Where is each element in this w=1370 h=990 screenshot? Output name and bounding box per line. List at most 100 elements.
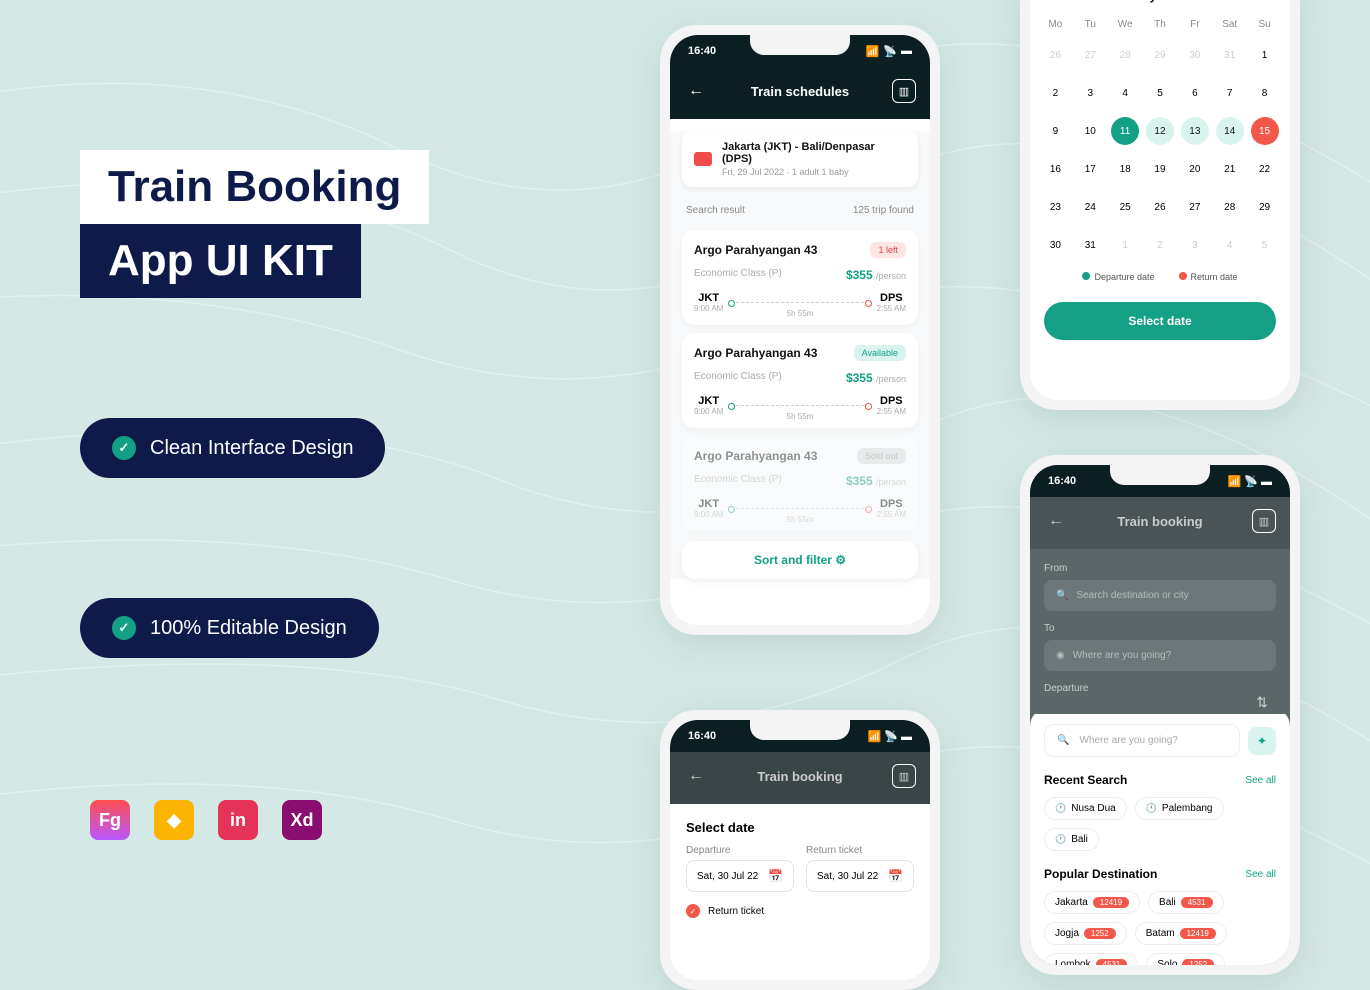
- calendar-day[interactable]: 1: [1111, 231, 1139, 259]
- phone-select-date: 16:40 📶 📡 ▬ ← Train booking ▥ Select dat…: [660, 710, 940, 990]
- calendar-day[interactable]: 7: [1216, 79, 1244, 107]
- calendar-day[interactable]: 31: [1076, 231, 1104, 259]
- bookmark-icon[interactable]: ▥: [1252, 509, 1276, 533]
- recent-chip[interactable]: 🕐Nusa Dua: [1044, 797, 1127, 820]
- calendar-day[interactable]: 26: [1041, 41, 1069, 69]
- calendar-day[interactable]: 3: [1076, 79, 1104, 107]
- location-icon: ◉: [1056, 650, 1065, 661]
- departure-input[interactable]: Sat, 30 Jul 22 📅: [686, 860, 794, 892]
- popular-chip[interactable]: Batam12419: [1135, 922, 1227, 945]
- calendar-day[interactable]: 27: [1181, 193, 1209, 221]
- calendar-day[interactable]: 20: [1181, 155, 1209, 183]
- see-all-link[interactable]: See all: [1245, 775, 1276, 786]
- calendar-day[interactable]: 18: [1111, 155, 1139, 183]
- bookmark-icon[interactable]: ▥: [892, 79, 916, 103]
- from-input[interactable]: 🔍 Search destination or city: [1044, 580, 1276, 611]
- calendar-day[interactable]: 15: [1251, 117, 1279, 145]
- calendar-day[interactable]: 8: [1251, 79, 1279, 107]
- back-icon[interactable]: ←: [1044, 509, 1068, 533]
- chip-count: 4531: [1096, 959, 1128, 965]
- search-input[interactable]: 🔍 Where are you going?: [1044, 724, 1240, 757]
- calendar-day[interactable]: 31: [1216, 41, 1244, 69]
- calendar-day[interactable]: 13: [1181, 117, 1209, 145]
- return-input[interactable]: Sat, 30 Jul 22 📅: [806, 860, 914, 892]
- notch: [750, 35, 850, 55]
- select-date-button[interactable]: Select date: [1044, 302, 1276, 340]
- calendar-day[interactable]: 26: [1146, 193, 1174, 221]
- calendar-day[interactable]: 19: [1146, 155, 1174, 183]
- calendar-day[interactable]: 29: [1251, 193, 1279, 221]
- calendar-day[interactable]: 30: [1181, 41, 1209, 69]
- calendar-day[interactable]: 4: [1111, 79, 1139, 107]
- trip-card[interactable]: Argo Parahyangan 43 1 left Economic Clas…: [682, 230, 918, 325]
- calendar-day[interactable]: 12: [1146, 117, 1174, 145]
- trip-card[interactable]: Argo Parahyangan 43 Sold out Economic Cl…: [682, 436, 918, 531]
- calendar-day[interactable]: 14: [1216, 117, 1244, 145]
- notch: [1110, 465, 1210, 485]
- to-input[interactable]: ◉ Where are you going?: [1044, 640, 1276, 671]
- calendar-day[interactable]: 2: [1041, 79, 1069, 107]
- calendar-day[interactable]: 5: [1146, 79, 1174, 107]
- back-icon[interactable]: ←: [684, 79, 708, 103]
- calendar-day[interactable]: 10: [1076, 117, 1104, 145]
- popular-chip[interactable]: Lombok4531: [1044, 953, 1138, 965]
- calendar-day[interactable]: 23: [1041, 193, 1069, 221]
- calendar-day[interactable]: 11: [1111, 117, 1139, 145]
- to-label: To: [1044, 623, 1276, 634]
- bookmark-icon[interactable]: ▥: [892, 764, 916, 788]
- from-time: 9:00 AM: [694, 304, 723, 313]
- swap-icon[interactable]: ⇅: [1256, 694, 1268, 711]
- trip-price: $355 /person: [846, 474, 906, 488]
- calendar-day[interactable]: 4: [1216, 231, 1244, 259]
- prev-month-icon[interactable]: ‹: [1046, 0, 1051, 3]
- calendar-day[interactable]: 24: [1076, 193, 1104, 221]
- clock-icon: 🕐: [1146, 803, 1157, 814]
- calendar-day[interactable]: 6: [1181, 79, 1209, 107]
- popular-title: Popular Destination: [1044, 867, 1157, 881]
- from-code: JKT: [694, 395, 723, 407]
- availability-badge: Available: [854, 345, 906, 361]
- calendar-day[interactable]: 30: [1041, 231, 1069, 259]
- calendar-day[interactable]: 2: [1146, 231, 1174, 259]
- calendar-day[interactable]: 28: [1216, 193, 1244, 221]
- calendar-day[interactable]: 9: [1041, 117, 1069, 145]
- back-icon[interactable]: ←: [684, 764, 708, 788]
- calendar-day[interactable]: 21: [1216, 155, 1244, 183]
- trip-count: 125 trip found: [853, 205, 914, 216]
- sort-filter-button[interactable]: Sort and filter ⚙: [682, 541, 918, 579]
- calendar-day[interactable]: 16: [1041, 155, 1069, 183]
- search-result-header: Search result 125 trip found: [670, 199, 930, 222]
- calendar-day[interactable]: 22: [1251, 155, 1279, 183]
- trip-price: $355 /person: [846, 268, 906, 282]
- locate-button[interactable]: ✦: [1248, 727, 1276, 755]
- calendar-icon: 📅: [888, 869, 903, 883]
- calendar-day[interactable]: 27: [1076, 41, 1104, 69]
- calendar-day[interactable]: 5: [1251, 231, 1279, 259]
- popular-chip[interactable]: Jakarta12419: [1044, 891, 1140, 914]
- calendar-day[interactable]: 25: [1111, 193, 1139, 221]
- calendar-day[interactable]: 17: [1076, 155, 1104, 183]
- month-title: July 2022: [1131, 0, 1190, 3]
- trip-card[interactable]: Argo Parahyangan 43 Available Economic C…: [682, 333, 918, 428]
- calendar-day[interactable]: 29: [1146, 41, 1174, 69]
- recent-chip[interactable]: 🕐Bali: [1044, 828, 1099, 851]
- route-summary-card[interactable]: Jakarta (JKT) - Bali/Denpasar (DPS) Fri,…: [682, 131, 918, 187]
- from-label: From: [1044, 563, 1276, 574]
- calendar-day[interactable]: 1: [1251, 41, 1279, 69]
- search-result-label: Search result: [686, 205, 745, 216]
- return-ticket-checkbox[interactable]: ✓ Return ticket: [670, 892, 930, 930]
- day-of-week: Tu: [1075, 15, 1106, 34]
- next-month-icon[interactable]: ›: [1269, 0, 1274, 3]
- feature-1-text: Clean Interface Design: [150, 437, 353, 460]
- calendar-day[interactable]: 3: [1181, 231, 1209, 259]
- trip-name: Argo Parahyangan 43: [694, 346, 817, 360]
- popular-chip[interactable]: Jogja1252: [1044, 922, 1127, 945]
- popular-chip[interactable]: Bali4531: [1148, 891, 1223, 914]
- see-all-link[interactable]: See all: [1245, 869, 1276, 880]
- popular-chip[interactable]: Solo1252: [1146, 953, 1225, 965]
- app-header: ← Train booking ▥: [670, 752, 930, 804]
- recent-chip[interactable]: 🕐Palembang: [1135, 797, 1224, 820]
- calendar-day[interactable]: 28: [1111, 41, 1139, 69]
- recent-title: Recent Search: [1044, 773, 1127, 787]
- header-title: Train schedules: [751, 84, 849, 99]
